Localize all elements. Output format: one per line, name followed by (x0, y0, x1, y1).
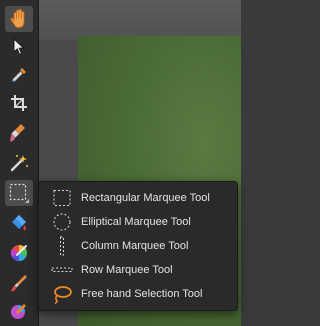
hand-icon (9, 8, 29, 30)
gradient-brush-icon (9, 301, 29, 321)
menu-item-label: Elliptical Marquee Tool (81, 216, 191, 228)
crop-tool-button[interactable] (5, 90, 33, 116)
marquee-tool-button[interactable] (5, 180, 33, 206)
view-tool-button[interactable] (5, 6, 33, 32)
row-marquee-icon (51, 260, 73, 280)
flood-select-tool-button[interactable] (5, 150, 33, 176)
menu-item-rectangular-marquee[interactable]: Rectangular Marquee Tool (39, 186, 237, 210)
menu-item-freehand-selection[interactable]: Free hand Selection Tool (39, 282, 237, 306)
menu-item-column-marquee[interactable]: Column Marquee Tool (39, 234, 237, 258)
menu-item-label: Column Marquee Tool (81, 240, 189, 252)
flood-fill-tool-button[interactable] (5, 210, 33, 236)
menu-item-label: Row Marquee Tool (81, 264, 173, 276)
paint-bucket-icon (9, 213, 29, 233)
tools-toolbar (0, 0, 39, 326)
menu-item-label: Free hand Selection Tool (81, 288, 203, 300)
selection-brush-tool-button[interactable] (5, 120, 33, 146)
rectangle-marquee-icon (51, 188, 73, 208)
ellipse-marquee-icon (51, 212, 73, 232)
marquee-rectangle-icon (8, 182, 30, 204)
paintbrush-icon (9, 273, 29, 293)
crop-icon (10, 94, 28, 112)
gradient-tool-button[interactable] (5, 298, 33, 324)
color-wheel-icon (9, 243, 29, 263)
magic-wand-icon (9, 153, 29, 173)
menu-item-label: Rectangular Marquee Tool (81, 192, 210, 204)
color-brush-tool-button[interactable] (5, 240, 33, 266)
eyedropper-icon (9, 65, 29, 85)
lasso-icon (51, 284, 73, 304)
column-marquee-icon (51, 236, 73, 256)
paint-brush-tool-button[interactable] (5, 270, 33, 296)
arrow-cursor-icon (11, 37, 27, 57)
canvas-pasteboard (38, 0, 241, 40)
marquee-tool-flyout: Rectangular Marquee Tool Elliptical Marq… (38, 181, 238, 311)
selection-brush-icon (9, 122, 29, 144)
color-picker-tool-button[interactable] (5, 62, 33, 88)
move-tool-button[interactable] (5, 34, 33, 60)
menu-item-row-marquee[interactable]: Row Marquee Tool (39, 258, 237, 282)
menu-item-elliptical-marquee[interactable]: Elliptical Marquee Tool (39, 210, 237, 234)
